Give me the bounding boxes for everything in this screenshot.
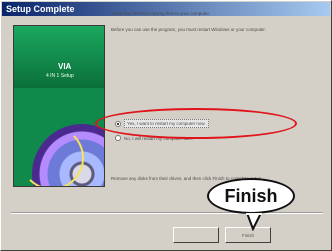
- setup-banner-image: VIA 4 IN 1 Setup: [13, 25, 105, 187]
- setup-complete-window: Setup Complete VIA 4 IN 1 Setup Setup ha…: [0, 0, 332, 251]
- banner-subtitle: 4 IN 1 Setup: [46, 73, 74, 79]
- disc-accent: [20, 126, 84, 186]
- radio-button-icon[interactable]: [115, 135, 121, 141]
- banner-logo: VIA: [58, 62, 72, 71]
- callout-pointer-icon: [245, 213, 263, 231]
- window-title: Setup Complete: [6, 4, 75, 14]
- finish-callout: Finish: [207, 178, 295, 214]
- remove-disks-text: Remove any disks from their drives, and …: [111, 176, 263, 181]
- button-separator: [11, 212, 323, 214]
- restart-required-text: Before you can use the program, you must…: [111, 27, 266, 32]
- setup-finished-text: Setup has finished copying files to your…: [111, 11, 211, 16]
- highlight-ellipse: [95, 108, 297, 139]
- back-button[interactable]: [173, 227, 219, 243]
